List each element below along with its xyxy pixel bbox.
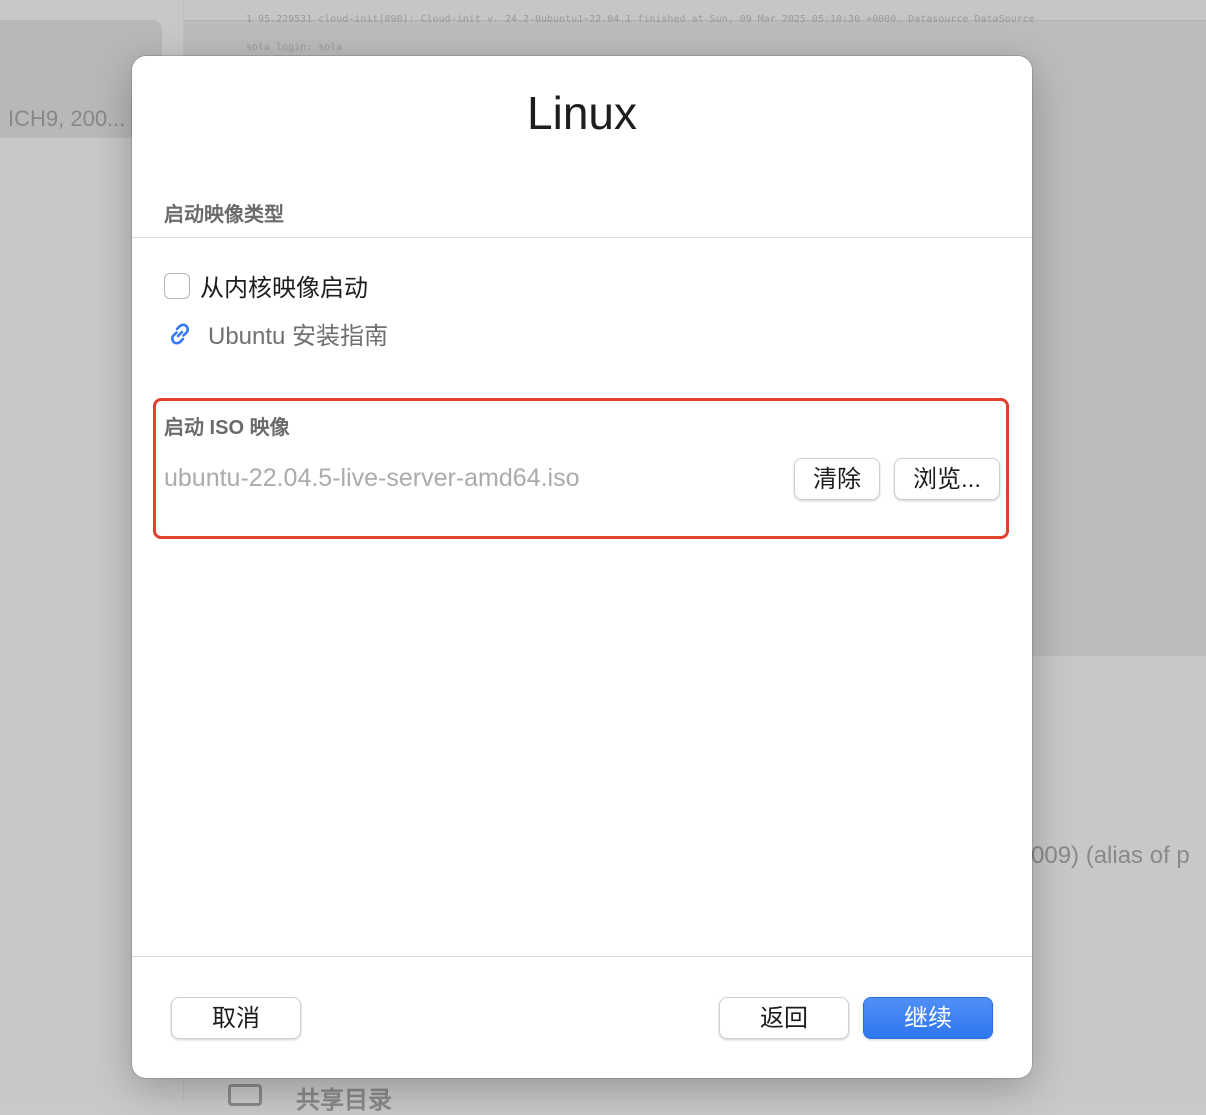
divider <box>132 237 1032 238</box>
ubuntu-install-guide-label[interactable]: Ubuntu 安装指南 <box>208 316 388 351</box>
continue-button[interactable]: 继续 <box>863 997 993 1039</box>
clear-button[interactable]: 清除 <box>794 458 880 500</box>
linux-setup-dialog: Linux 启动映像类型 从内核映像启动 Ubuntu 安装指南 启动 ISO … <box>132 56 1032 1078</box>
footer-divider <box>132 956 1032 957</box>
folder-share-icon <box>228 1084 262 1106</box>
dialog-title: Linux <box>527 87 637 139</box>
iso-path-field: ubuntu-22.04.5-live-server-amd64.iso <box>164 464 580 492</box>
kernel-boot-checkbox-label[interactable]: 从内核映像启动 <box>200 268 368 303</box>
background-console-line: sola login: sola <box>246 42 343 53</box>
cancel-button[interactable]: 取消 <box>171 997 301 1039</box>
background-shared-folder-label: 共享目录 <box>296 1087 392 1114</box>
browse-button[interactable]: 浏览... <box>894 458 1000 500</box>
boot-iso-header: 启动 ISO 映像 <box>164 417 290 439</box>
back-button[interactable]: 返回 <box>719 997 849 1039</box>
background-alias-text: 009) (alias of p <box>1031 842 1190 869</box>
kernel-boot-checkbox[interactable] <box>164 272 190 299</box>
ubuntu-install-guide-link[interactable]: Ubuntu 安装指南 <box>164 316 388 351</box>
background-console-line: 1 95.229531 cloud-init[890]: Cloud-init … <box>246 14 1035 25</box>
link-chain-icon[interactable] <box>164 318 196 350</box>
kernel-boot-checkbox-row[interactable]: 从内核映像启动 <box>164 268 368 303</box>
boot-image-type-header: 启动映像类型 <box>164 204 284 226</box>
